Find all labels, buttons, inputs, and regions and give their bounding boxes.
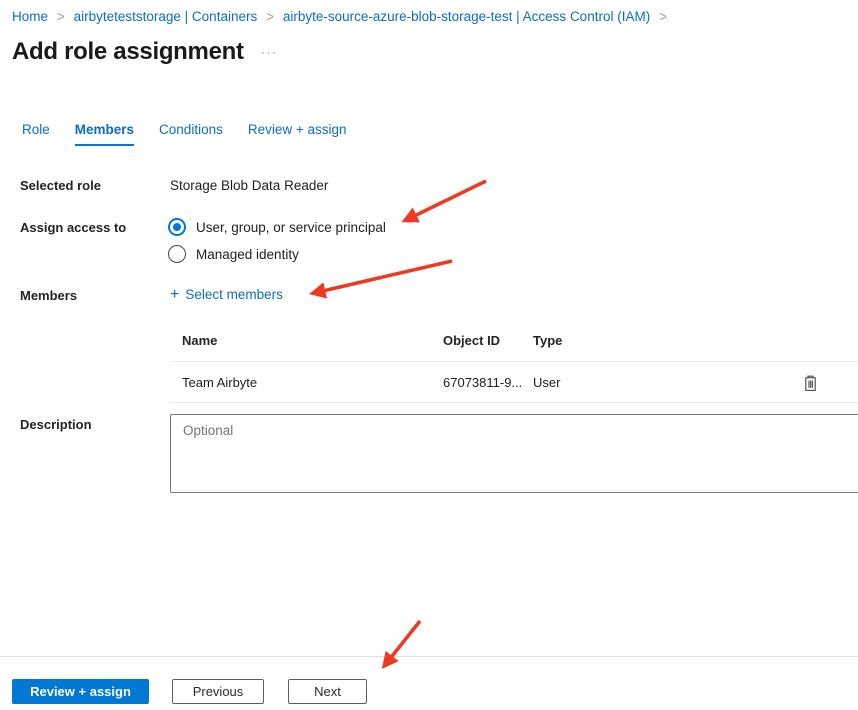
trash-icon: [803, 375, 818, 392]
assign-access-to-label: Assign access to: [20, 220, 126, 235]
page-title: Add role assignment: [12, 38, 244, 66]
radio-selected-icon: [168, 218, 186, 236]
column-header-type: Type: [533, 333, 858, 348]
members-label: Members: [20, 288, 77, 303]
breadcrumb-storage-containers[interactable]: airbyteteststorage | Containers: [74, 9, 258, 24]
annotation-arrow-radio: [406, 181, 486, 220]
members-table-header: Name Object ID Type: [170, 330, 858, 362]
annotation-arrow-select-members: [314, 261, 452, 293]
selected-role-label: Selected role: [20, 178, 101, 193]
member-name-cell: Team Airbyte: [182, 375, 443, 390]
select-members-label: Select members: [185, 287, 283, 302]
breadcrumb-home[interactable]: Home: [12, 9, 48, 24]
column-header-name: Name: [182, 333, 443, 348]
radio-label: User, group, or service principal: [196, 220, 386, 235]
breadcrumb-separator: >: [57, 8, 65, 25]
radio-user-group-service-principal[interactable]: User, group, or service principal: [168, 218, 386, 236]
tab-members[interactable]: Members: [75, 122, 134, 146]
description-label: Description: [20, 417, 92, 432]
review-assign-button[interactable]: Review + assign: [12, 679, 149, 704]
footer-divider: [0, 656, 858, 657]
breadcrumb-separator: >: [659, 8, 667, 25]
tab-conditions[interactable]: Conditions: [159, 122, 223, 146]
plus-icon: +: [170, 288, 179, 301]
selected-role-value: Storage Blob Data Reader: [170, 178, 328, 193]
tab-role[interactable]: Role: [22, 122, 50, 146]
breadcrumb-access-control-iam[interactable]: airbyte-source-azure-blob-storage-test |…: [283, 9, 650, 24]
radio-unselected-icon: [168, 245, 186, 263]
tab-bar: Role Members Conditions Review + assign: [22, 122, 347, 146]
description-input[interactable]: [170, 414, 858, 493]
next-button[interactable]: Next: [288, 679, 367, 704]
members-table: Name Object ID Type Team Airbyte 6707381…: [170, 330, 858, 403]
column-header-object-id: Object ID: [443, 333, 533, 348]
radio-label: Managed identity: [196, 247, 299, 262]
breadcrumb-separator: >: [266, 8, 274, 25]
assign-access-to-radio-group: User, group, or service principal Manage…: [168, 218, 386, 263]
tab-review-assign[interactable]: Review + assign: [248, 122, 347, 146]
table-row: Team Airbyte 67073811-9... User: [170, 362, 858, 403]
select-members-link[interactable]: + Select members: [170, 287, 283, 302]
previous-button[interactable]: Previous: [172, 679, 264, 704]
delete-member-button[interactable]: [800, 373, 820, 393]
add-role-assignment-page: { "theme": { "accent": "#0078d4", "link"…: [0, 0, 858, 710]
annotation-arrow-next: [385, 621, 420, 665]
radio-managed-identity[interactable]: Managed identity: [168, 245, 386, 263]
more-options-icon[interactable]: ···: [261, 45, 278, 59]
member-object-id-cell: 67073811-9...: [443, 375, 533, 390]
breadcrumb: Home > airbyteteststorage | Containers >…: [12, 9, 667, 24]
